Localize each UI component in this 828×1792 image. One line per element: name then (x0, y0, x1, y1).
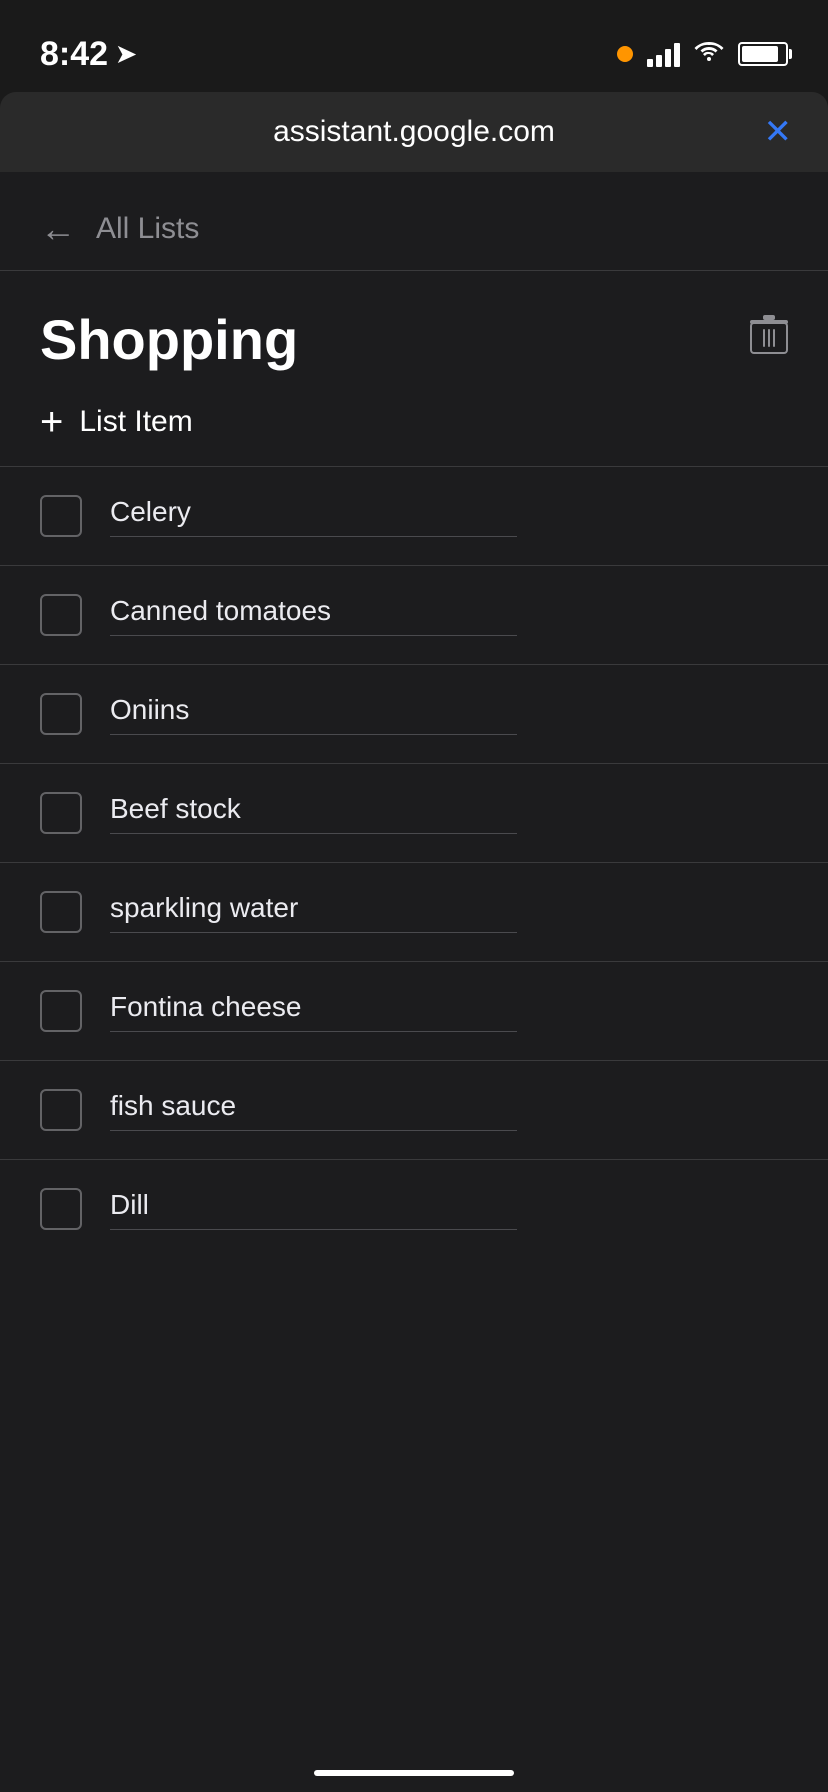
item-checkbox-2[interactable] (40, 594, 82, 636)
item-underline-8 (110, 1229, 517, 1230)
item-name-2: Canned tomatoes (110, 595, 788, 627)
add-item-button[interactable]: + List Item (0, 392, 828, 466)
plus-icon: + (40, 402, 63, 442)
list-item[interactable]: Dill (0, 1160, 828, 1258)
item-underline-5 (110, 932, 517, 933)
list-title: Shopping (40, 307, 298, 372)
item-name-6: Fontina cheese (110, 991, 788, 1023)
status-time: 8:42 ➤ (40, 35, 136, 74)
item-underline-3 (110, 734, 517, 735)
item-checkbox-3[interactable] (40, 693, 82, 735)
browser-bar: assistant.google.com ✕ (0, 92, 828, 172)
list-item[interactable]: fish sauce (0, 1061, 828, 1160)
item-name-4: Beef stock (110, 793, 788, 825)
battery-icon (738, 42, 788, 66)
item-underline-1 (110, 536, 517, 537)
item-name-1: Celery (110, 496, 788, 528)
list-item[interactable]: Celery (0, 467, 828, 566)
list-item[interactable]: sparkling water (0, 863, 828, 962)
item-name-8: Dill (110, 1189, 788, 1221)
wifi-icon (694, 38, 724, 70)
back-button[interactable]: ← (40, 208, 76, 250)
add-item-label: List Item (79, 405, 192, 439)
item-name-5: sparkling water (110, 892, 788, 924)
all-lists-label[interactable]: All Lists (96, 212, 199, 246)
list-item[interactable]: Oniins (0, 665, 828, 764)
nav-bar: ← All Lists (0, 172, 828, 270)
browser-url: assistant.google.com (273, 115, 555, 149)
item-checkbox-8[interactable] (40, 1188, 82, 1230)
status-icons (617, 38, 788, 70)
status-bar: 8:42 ➤ (0, 0, 828, 88)
time-display: 8:42 (40, 35, 108, 74)
home-indicator (314, 1770, 514, 1776)
orange-dot-indicator (617, 46, 633, 62)
list-item[interactable]: Canned tomatoes (0, 566, 828, 665)
item-underline-4 (110, 833, 517, 834)
item-checkbox-4[interactable] (40, 792, 82, 834)
item-checkbox-1[interactable] (40, 495, 82, 537)
list-item[interactable]: Fontina cheese (0, 962, 828, 1061)
location-icon: ➤ (116, 40, 136, 69)
list-item[interactable]: Beef stock (0, 764, 828, 863)
item-underline-7 (110, 1130, 517, 1131)
shopping-list: Celery Canned tomatoes Oniins Beef stock (0, 467, 828, 1258)
item-checkbox-5[interactable] (40, 891, 82, 933)
item-checkbox-6[interactable] (40, 990, 82, 1032)
browser-close-button[interactable]: ✕ (764, 112, 793, 152)
delete-list-button[interactable] (750, 314, 788, 365)
item-name-3: Oniins (110, 694, 788, 726)
signal-strength-icon (647, 41, 680, 67)
list-header: Shopping (0, 271, 828, 392)
item-name-7: fish sauce (110, 1090, 788, 1122)
main-content: ← All Lists Shopping + List Item Celery (0, 172, 828, 1792)
item-underline-2 (110, 635, 517, 636)
item-checkbox-7[interactable] (40, 1089, 82, 1131)
item-underline-6 (110, 1031, 517, 1032)
